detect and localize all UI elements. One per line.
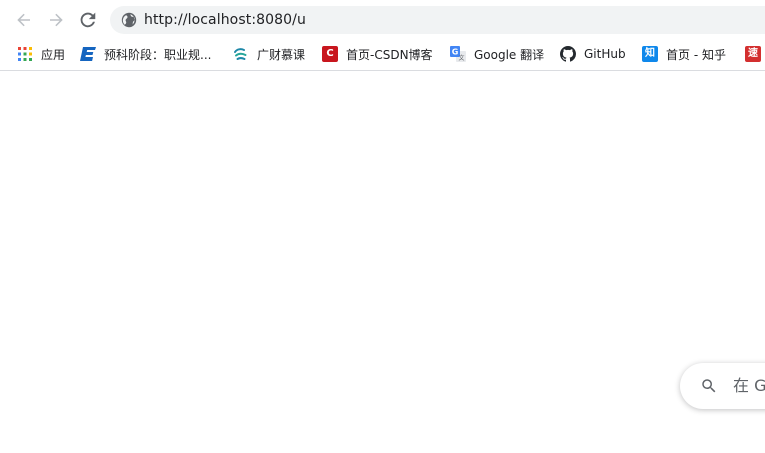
bookmark-apps[interactable]: 应用 xyxy=(17,44,65,64)
bookmark-github[interactable]: GitHub xyxy=(560,44,626,64)
apps-grid-icon xyxy=(17,46,33,62)
forward-arrow-icon xyxy=(50,13,63,27)
bookmark-mooc[interactable]: 广财慕课 xyxy=(233,44,305,64)
github-icon xyxy=(560,46,576,62)
reload-button[interactable] xyxy=(75,7,101,33)
blue-e-icon xyxy=(80,46,96,62)
globe-icon xyxy=(121,12,137,28)
search-box[interactable]: 在 G xyxy=(680,363,765,409)
csdn-icon: C xyxy=(322,46,338,62)
bookmark-zhihu[interactable]: 知 首页 - 知乎 xyxy=(642,44,726,64)
url-text: http://localhost:8080/u xyxy=(144,12,306,28)
back-arrow-icon xyxy=(17,13,30,27)
bookmark-label: 首页 - 知乎 xyxy=(666,47,726,62)
bookmark-career-planning[interactable]: 预科阶段：职业规... xyxy=(80,44,211,64)
search-icon xyxy=(702,379,716,393)
bookmark-label: 广财慕课 xyxy=(257,47,306,62)
bookmark-label: GitHub xyxy=(584,47,626,61)
speed-icon: 速 xyxy=(745,46,761,62)
bookmark-label: 首页-CSDN博客 xyxy=(346,47,433,62)
swirl-logo-icon xyxy=(233,46,249,62)
browser-window: http://localhost:8080/u 应用 预科阶段：职业规... 广… xyxy=(0,0,765,453)
google-translate-icon: G 文 xyxy=(450,46,466,62)
bookmarks-bar: 应用 预科阶段：职业规... 广财慕课 C 首页-CSDN博客 G 文 Goog… xyxy=(0,38,765,71)
bookmark-label: 应用 xyxy=(41,47,66,62)
zhihu-icon: 知 xyxy=(642,46,658,62)
svg-text:文: 文 xyxy=(458,54,464,62)
bookmark-google-translate[interactable]: G 文 Google 翻译 xyxy=(450,44,544,64)
bookmark-csdn[interactable]: C 首页-CSDN博客 xyxy=(322,44,433,64)
browser-toolbar: http://localhost:8080/u xyxy=(0,0,765,38)
reload-icon xyxy=(80,12,96,28)
bookmark-speed[interactable]: 速 xyxy=(745,44,765,64)
bookmark-label: 预科阶段：职业规... xyxy=(104,47,212,62)
forward-button[interactable] xyxy=(43,7,69,33)
page-content: 在 G xyxy=(0,71,765,453)
bookmark-label: Google 翻译 xyxy=(474,47,545,62)
svg-text:G: G xyxy=(452,48,459,57)
search-placeholder: 在 G xyxy=(733,376,765,395)
back-button[interactable] xyxy=(11,7,37,33)
address-bar[interactable]: http://localhost:8080/u xyxy=(110,6,765,34)
